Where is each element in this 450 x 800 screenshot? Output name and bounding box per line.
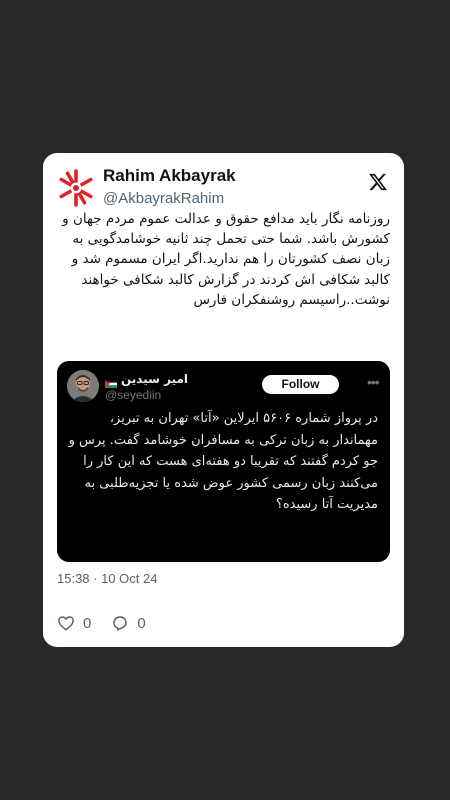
heart-icon [57, 614, 75, 632]
quoted-tweet-text: در پرواز شماره ۵۶۰۶ ایرلاین «آتا» تهران … [68, 411, 378, 512]
follow-button[interactable]: Follow [262, 375, 339, 394]
author-handle[interactable]: @AkbayrakRahim [103, 189, 236, 209]
palestine-flag-icon [105, 375, 117, 388]
red-asterisk-logo-icon [59, 169, 93, 207]
x-logo-icon[interactable] [368, 172, 388, 192]
quoted-author-handle[interactable]: @seyediin [105, 388, 161, 402]
quoted-author-row[interactable]: امیر سیدین [105, 371, 188, 388]
tweet-actions: 0 0 [57, 614, 146, 632]
quoted-tweet[interactable]: امیر سیدین @seyediin Follow ••• در پرواز… [57, 361, 390, 562]
reply-button[interactable]: 0 [111, 614, 146, 632]
like-count: 0 [83, 614, 92, 632]
like-button[interactable]: 0 [57, 614, 91, 632]
quoted-avatar[interactable] [67, 370, 99, 402]
tweet-text: روزنامه نگار باید مدافع حقوق و عدالت عمو… [62, 211, 390, 308]
author-display-name[interactable]: Rahim Akbayrak [103, 165, 236, 187]
reply-bubble-icon [111, 614, 129, 632]
tweet-timestamp[interactable]: 15:38 · 10 Oct 24 [57, 571, 157, 586]
quoted-author-name[interactable]: امیر سیدین [121, 372, 188, 386]
reply-count: 0 [137, 614, 146, 632]
tweet-card: Rahim Akbayrak @AkbayrakRahim روزنامه نگ… [43, 153, 404, 647]
tweet-author[interactable]: Rahim Akbayrak @AkbayrakRahim [103, 165, 236, 209]
more-options-icon[interactable]: ••• [367, 375, 380, 389]
avatar[interactable] [57, 169, 95, 207]
